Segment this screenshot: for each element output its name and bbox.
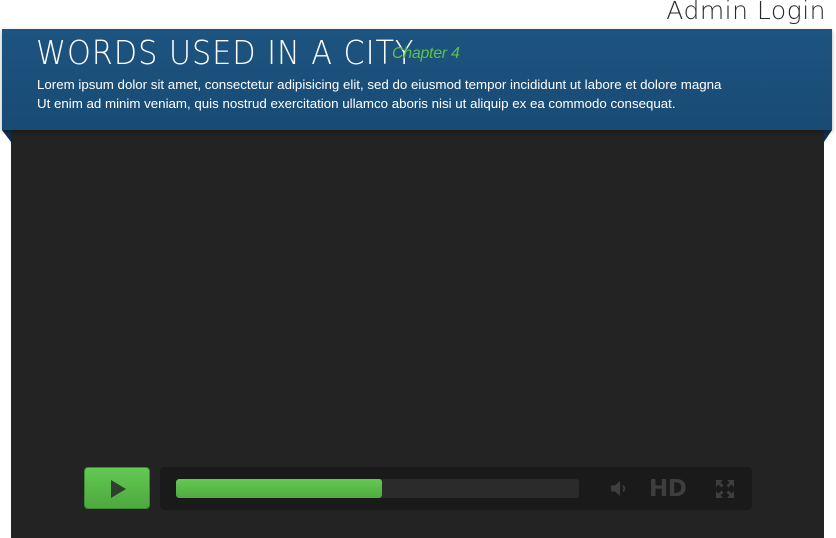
chapter-label: Chapter 4 (392, 45, 460, 62)
play-icon (111, 480, 126, 498)
description-line-1: Lorem ipsum dolor sit amet, consectetur … (37, 77, 722, 92)
progress-bar[interactable] (176, 479, 579, 498)
ribbon-fold-right (824, 130, 832, 142)
description: Lorem ipsum dolor sit amet, consectetur … (37, 76, 827, 113)
admin-login-link[interactable]: Admin Login (666, 0, 826, 25)
volume-icon[interactable] (610, 480, 630, 497)
play-button[interactable] (84, 467, 150, 509)
hd-button[interactable]: HD (649, 476, 687, 502)
page-title: WORDS USED IN A CITY (36, 33, 415, 72)
title-row: WORDS USED IN A CITY (36, 33, 447, 72)
description-line-2: Ut enim ad minim veniam, quis nostrud ex… (37, 95, 676, 111)
fullscreen-icon[interactable] (715, 479, 735, 499)
progress-fill (176, 479, 382, 498)
ribbon-fold-left (2, 130, 11, 142)
header-banner: WORDS USED IN A CITY Chapter 4 Lorem ips… (2, 29, 832, 130)
player-control-bar: HD (160, 467, 752, 510)
